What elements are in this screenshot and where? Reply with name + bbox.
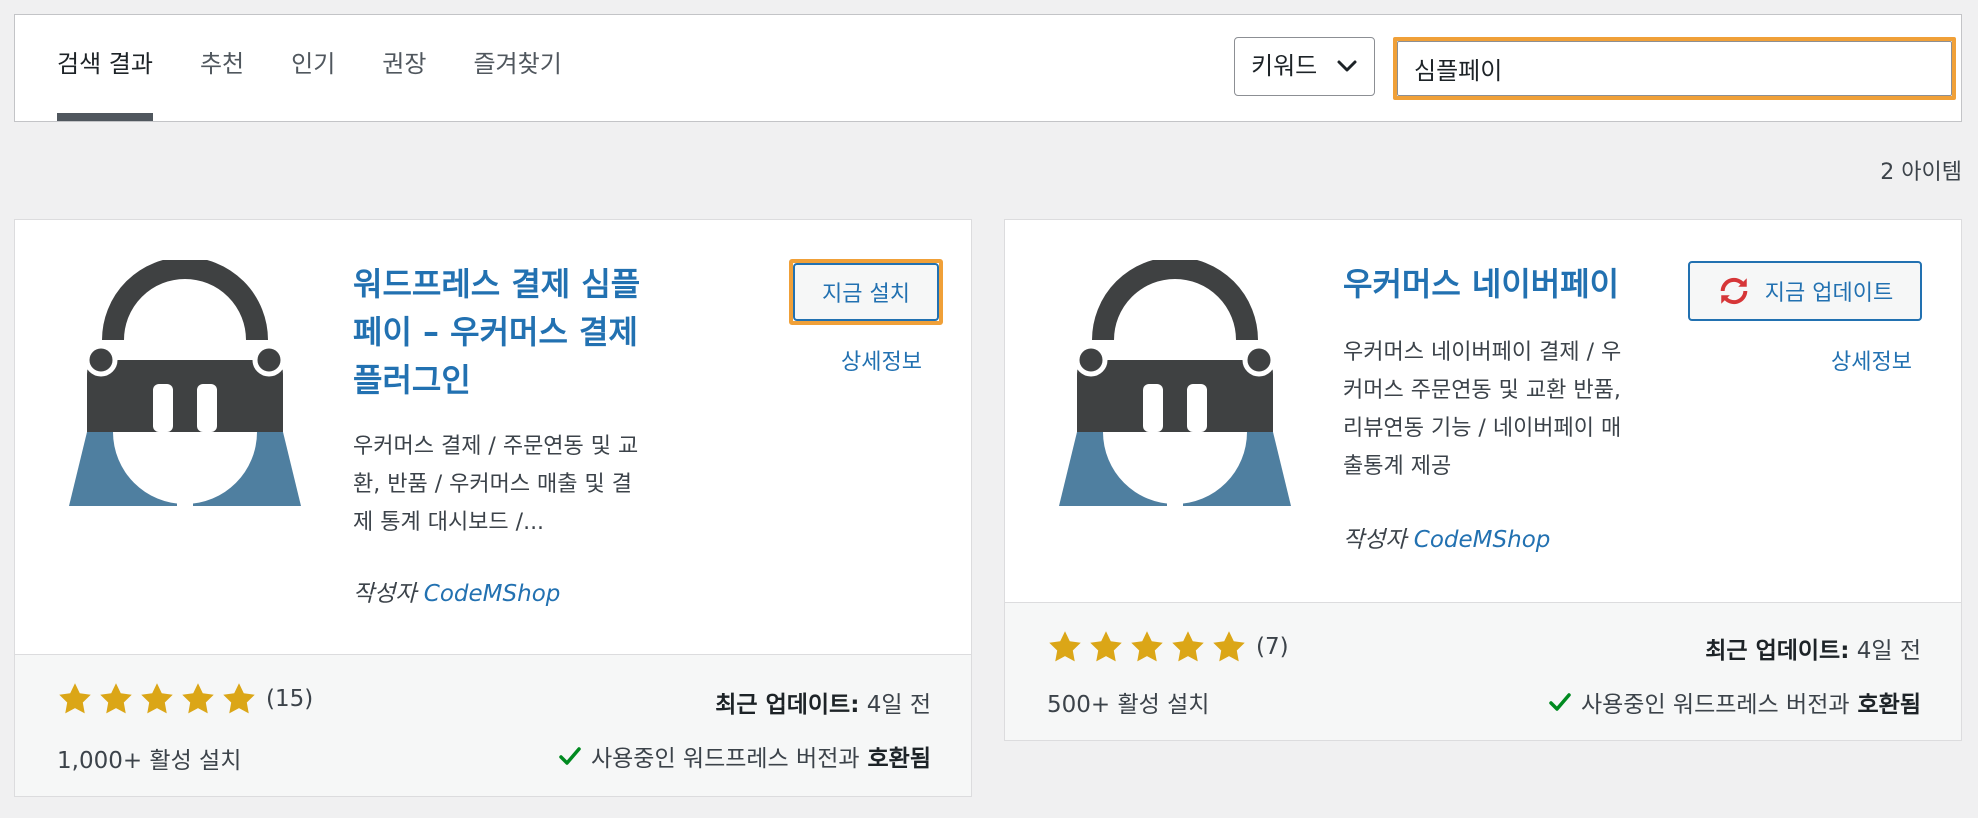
- install-button-focus-outline: 지금 설치: [789, 259, 943, 325]
- last-updated-label: 최근 업데이트:: [715, 692, 860, 718]
- checkmark-icon: [559, 747, 581, 765]
- star-icon: [100, 683, 132, 714]
- plugin-card: 우커머스 네이버페이 우커머스 네이버페이 결제 / 우 커머스 주문연동 및 …: [1004, 219, 1962, 741]
- last-updated: 최근 업데이트: 4일 전: [1705, 631, 1921, 665]
- plugin-title-line: 플러그인: [353, 361, 471, 399]
- star-rating: (7): [1047, 629, 1289, 665]
- plugin-description-line: 환, 반품 / 우커머스 매출 및 결: [353, 472, 633, 497]
- chevron-down-icon: [1337, 60, 1357, 72]
- update-icon: [1720, 277, 1748, 305]
- active-installs: 500+ 활성 설치: [1047, 692, 1210, 718]
- plugin-description-line: 커머스 주문연동 및 교환 반품,: [1343, 378, 1621, 403]
- star-icon: [1213, 631, 1245, 662]
- compatibility-status: 호환됨: [867, 746, 931, 772]
- plugin-author: 작성자 CodeMShop: [1343, 520, 1550, 554]
- star-icon: [182, 683, 214, 714]
- plugin-filter-bar: 검색 결과 추천 인기 권장 즐겨찾기 키워드: [14, 14, 1962, 122]
- plugin-card-bottom: (7) 500+ 활성 설치 최근 업데이트: 4일 전 사용중인 워드프레스 …: [1005, 602, 1961, 740]
- filter-tabs: 검색 결과 추천 인기 권장 즐겨찾기: [57, 15, 609, 121]
- star-icon: [1049, 631, 1081, 662]
- plugin-description-line: 제 통계 대시보드 /...: [353, 510, 545, 535]
- install-now-button[interactable]: 지금 설치: [793, 263, 939, 321]
- author-label: 작성자: [1343, 527, 1407, 553]
- plugin-title[interactable]: 워드프레스 결제 심플 페이 – 우커머스 결제 플러그인: [353, 260, 640, 404]
- rating-count[interactable]: (15): [266, 686, 313, 712]
- plugin-description: 우커머스 결제 / 주문연동 및 교 환, 반품 / 우커머스 매출 및 결 제…: [353, 428, 638, 542]
- plugin-description-line: 리뷰연동 기능 / 네이버페이 매: [1343, 416, 1622, 441]
- plugin-title-line: 페이 – 우커머스 결제: [353, 313, 638, 351]
- search-input[interactable]: [1397, 41, 1952, 96]
- author-link[interactable]: CodeMShop: [1414, 527, 1551, 553]
- tab-recommended[interactable]: 권장: [382, 15, 426, 121]
- star-rating: (15): [57, 681, 313, 717]
- compatibility-status: 호환됨: [1857, 692, 1921, 718]
- plugin-title-line: 우커머스 네이버페이: [1343, 265, 1620, 303]
- tab-favorites[interactable]: 즐겨찾기: [473, 15, 561, 121]
- last-updated: 최근 업데이트: 4일 전: [715, 685, 931, 719]
- last-updated-value: 4일 전: [1856, 638, 1921, 664]
- tab-popular[interactable]: 인기: [291, 15, 335, 121]
- author-label: 작성자: [353, 581, 417, 607]
- star-icon: [1090, 631, 1122, 662]
- more-details-link[interactable]: 상세정보: [841, 344, 922, 376]
- star-icon: [141, 683, 173, 714]
- plugin-description-line: 출통계 제공: [1343, 454, 1452, 479]
- plugin-author: 작성자 CodeMShop: [353, 574, 560, 608]
- plugin-description-line: 우커머스 네이버페이 결제 / 우: [1343, 340, 1622, 365]
- last-updated-value: 4일 전: [866, 692, 931, 718]
- compatibility-text: 사용중인 워드프레스 버전과: [1580, 692, 1850, 718]
- plugin-title-line: 워드프레스 결제 심플: [353, 265, 641, 303]
- star-icon: [1172, 631, 1204, 662]
- update-now-label: 지금 업데이트: [1764, 281, 1894, 306]
- last-updated-label: 최근 업데이트:: [1705, 638, 1850, 664]
- compatibility: 사용중인 워드프레스 버전과 호환됨: [559, 739, 931, 773]
- compatibility: 사용중인 워드프레스 버전과 호환됨: [1549, 685, 1921, 719]
- author-link[interactable]: CodeMShop: [424, 581, 561, 607]
- plugin-card: 워드프레스 결제 심플 페이 – 우커머스 결제 플러그인 우커머스 결제 / …: [14, 219, 972, 797]
- tab-featured[interactable]: 추천: [200, 15, 244, 121]
- plugin-card-top: 우커머스 네이버페이 우커머스 네이버페이 결제 / 우 커머스 주문연동 및 …: [1005, 220, 1961, 604]
- tab-search-results[interactable]: 검색 결과: [57, 15, 153, 121]
- rating-count[interactable]: (7): [1256, 634, 1289, 660]
- checkmark-icon: [1549, 693, 1571, 711]
- plugin-description-line: 우커머스 결제 / 주문연동 및 교: [353, 434, 639, 459]
- plugin-description: 우커머스 네이버페이 결제 / 우 커머스 주문연동 및 교환 반품, 리뷰연동…: [1343, 334, 1621, 486]
- star-icon: [59, 683, 91, 714]
- plugin-bag-icon: [1059, 260, 1291, 516]
- star-icon: [1131, 631, 1163, 662]
- update-now-button[interactable]: 지금 업데이트: [1688, 261, 1922, 321]
- plugin-card-bottom: (15) 1,000+ 활성 설치 최근 업데이트: 4일 전 사용중인 워드프…: [15, 654, 971, 796]
- search-type-select[interactable]: 키워드: [1234, 37, 1375, 96]
- compatibility-text: 사용중인 워드프레스 버전과: [590, 746, 860, 772]
- star-icon: [223, 683, 255, 714]
- search-type-value: 키워드: [1251, 52, 1318, 80]
- more-details-link[interactable]: 상세정보: [1831, 344, 1912, 376]
- plugin-bag-icon: [69, 260, 301, 516]
- item-count: 2 아이템: [1880, 160, 1962, 185]
- plugin-title[interactable]: 우커머스 네이버페이: [1343, 260, 1619, 308]
- search-focus-outline: [1393, 37, 1956, 100]
- active-installs: 1,000+ 활성 설치: [57, 748, 242, 774]
- plugin-card-top: 워드프레스 결제 심플 페이 – 우커머스 결제 플러그인 우커머스 결제 / …: [15, 220, 971, 656]
